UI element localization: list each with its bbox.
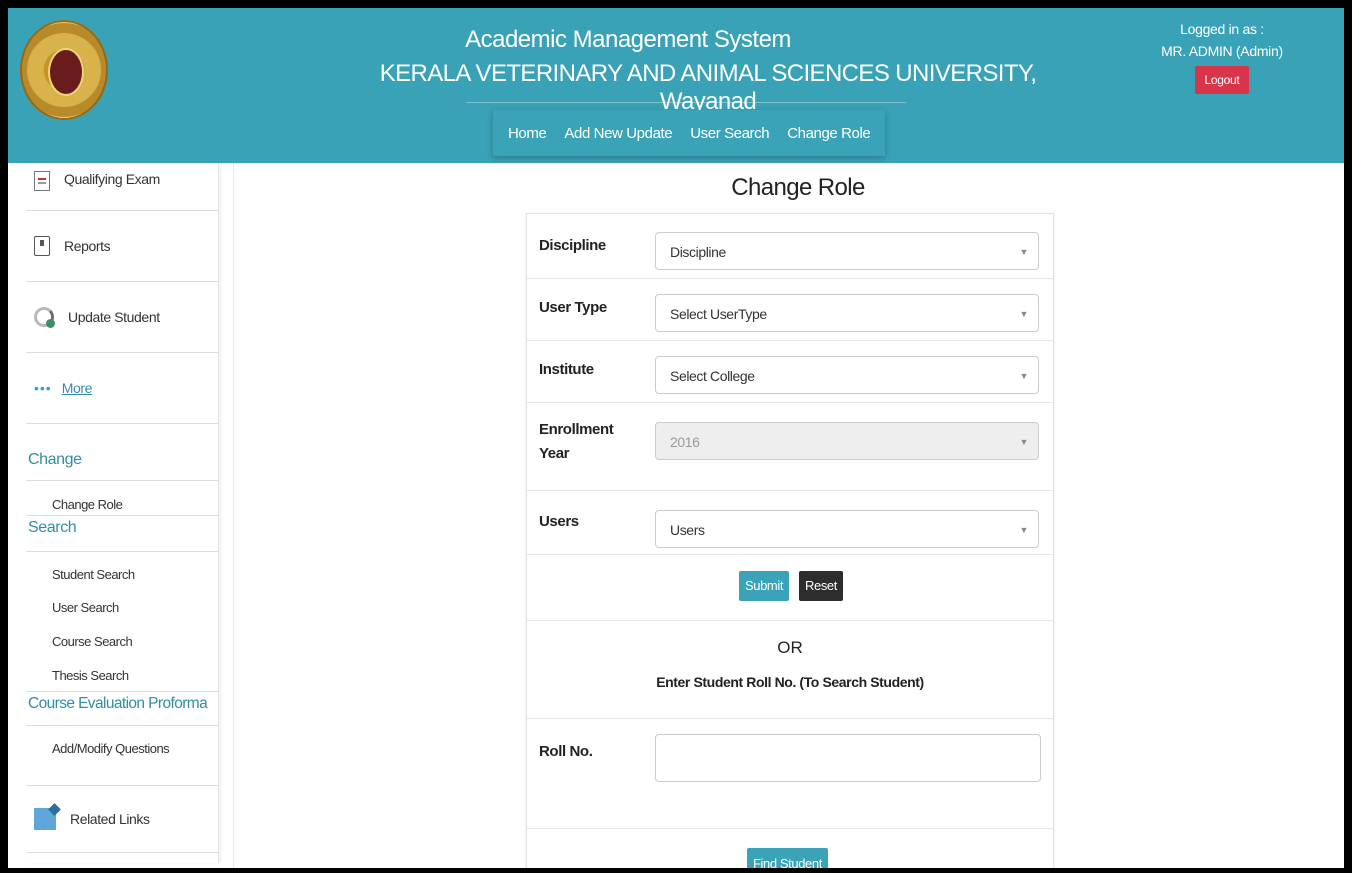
enrollment-year-select: 2016 ▼ [655, 422, 1039, 460]
discipline-label: Discipline [539, 237, 606, 254]
sidebar-link-add-modify-questions[interactable]: Add/Modify Questions [52, 741, 170, 756]
enrollment-year-value: 2016 [670, 434, 700, 450]
row-actions: Submit Reset [527, 554, 1053, 621]
row-roll-no: Roll No. [527, 718, 1053, 829]
document-icon [34, 171, 50, 191]
roll-no-input[interactable] [655, 734, 1041, 782]
section-divider [26, 691, 218, 692]
change-role-form: Discipline Discipline ▼ User Type Select… [526, 213, 1054, 868]
more-dots-icon: ••• [34, 380, 52, 396]
sidebar-link-course-search[interactable]: Course Search [52, 634, 133, 649]
users-label: Users [539, 513, 579, 530]
sidebar-item-label: Update Student [68, 309, 160, 325]
user-type-select[interactable]: Select UserType ▼ [655, 294, 1039, 332]
enter-roll-instruction: Enter Student Roll No. (To Search Studen… [656, 674, 924, 690]
logged-in-label: Logged in as : [1180, 21, 1264, 37]
top-nav: Home Add New Update User Search Change R… [493, 110, 886, 156]
nav-change-role[interactable]: Change Role [778, 125, 879, 142]
section-divider [26, 515, 218, 516]
caret-down-icon: ▼ [1019, 309, 1028, 319]
content-divider [233, 163, 234, 868]
sidebar-item-qualifying-exam[interactable]: Qualifying Exam [26, 163, 218, 211]
logo-emblem-icon [48, 48, 84, 96]
user-type-value: Select UserType [670, 306, 767, 322]
section-change: Change [28, 451, 82, 468]
section-divider [26, 480, 218, 481]
sidebar: Qualifying Exam Reports Update Student •… [26, 163, 219, 863]
title-divider [466, 102, 906, 103]
enrollment-label-line1: Enrollment [539, 421, 614, 438]
sidebar-item-label: Related Links [70, 811, 150, 827]
sidebar-item-more[interactable]: ••• More [26, 353, 218, 424]
sidebar-link-thesis-search[interactable]: Thesis Search [52, 668, 129, 683]
submit-button[interactable]: Submit [739, 571, 790, 601]
login-info: Logged in as : MR. ADMIN (Admin) Logout [1152, 18, 1292, 94]
section-course-evaluation: Course Evaluation Proforma [28, 695, 208, 712]
caret-down-icon: ▼ [1019, 437, 1028, 447]
section-search: Search [28, 519, 77, 536]
row-discipline: Discipline Discipline ▼ [527, 214, 1053, 279]
sidebar-item-related-links[interactable]: Related Links [26, 786, 218, 853]
users-select[interactable]: Users ▼ [655, 510, 1039, 548]
caret-down-icon: ▼ [1019, 247, 1028, 257]
sidebar-link-student-search[interactable]: Student Search [52, 567, 135, 582]
university-logo [20, 20, 108, 120]
find-student-button[interactable]: Find Student [747, 848, 828, 868]
discipline-select[interactable]: Discipline ▼ [655, 232, 1039, 270]
reset-button[interactable]: Reset [799, 571, 843, 601]
nav-home[interactable]: Home [499, 125, 555, 142]
caret-down-icon: ▼ [1019, 371, 1028, 381]
nav-add-new-update[interactable]: Add New Update [555, 125, 681, 142]
top-header: Academic Management System KERALA VETERI… [8, 8, 1344, 163]
roll-no-label: Roll No. [539, 743, 593, 760]
row-institute: Institute Select College ▼ [527, 340, 1053, 403]
update-icon [34, 307, 55, 328]
logged-in-user: MR. ADMIN (Admin) [1161, 43, 1283, 59]
row-users: Users Users ▼ [527, 490, 1053, 555]
section-divider [26, 551, 218, 552]
university-name: KERALA VETERINARY AND ANIMAL SCIENCES UN… [379, 60, 1037, 115]
institute-select[interactable]: Select College ▼ [655, 356, 1039, 394]
row-user-type: User Type Select UserType ▼ [527, 278, 1053, 341]
enrollment-year-label: Enrollment Year [539, 418, 614, 466]
page-frame: Academic Management System KERALA VETERI… [8, 8, 1344, 868]
report-icon [34, 236, 50, 256]
users-value: Users [670, 522, 705, 538]
caret-down-icon: ▼ [1019, 525, 1028, 535]
more-link[interactable]: More [62, 380, 93, 396]
sidebar-link-change-role[interactable]: Change Role [52, 497, 123, 512]
sidebar-item-update-student[interactable]: Update Student [26, 282, 218, 353]
institute-value: Select College [670, 368, 755, 384]
sidebar-item-label: Reports [64, 238, 111, 254]
row-find: Find Student [527, 828, 1053, 868]
nav-user-search[interactable]: User Search [681, 125, 778, 142]
logout-button[interactable]: Logout [1194, 66, 1250, 94]
sidebar-item-label: Qualifying Exam [64, 171, 160, 187]
section-divider [26, 725, 218, 726]
enrollment-label-line2: Year [539, 445, 570, 462]
row-enrollment-year: Enrollment Year 2016 ▼ [527, 402, 1053, 491]
discipline-value: Discipline [670, 244, 726, 260]
sidebar-link-user-search[interactable]: User Search [52, 600, 119, 615]
page-title: Change Role [731, 174, 865, 201]
app-title: Academic Management System [465, 26, 791, 53]
row-or: OR Enter Student Roll No. (To Search Stu… [527, 620, 1053, 719]
sidebar-item-reports[interactable]: Reports [26, 211, 218, 282]
related-links-icon [34, 808, 56, 830]
user-type-label: User Type [539, 299, 607, 316]
institute-label: Institute [539, 361, 594, 378]
or-text: OR [777, 638, 803, 657]
